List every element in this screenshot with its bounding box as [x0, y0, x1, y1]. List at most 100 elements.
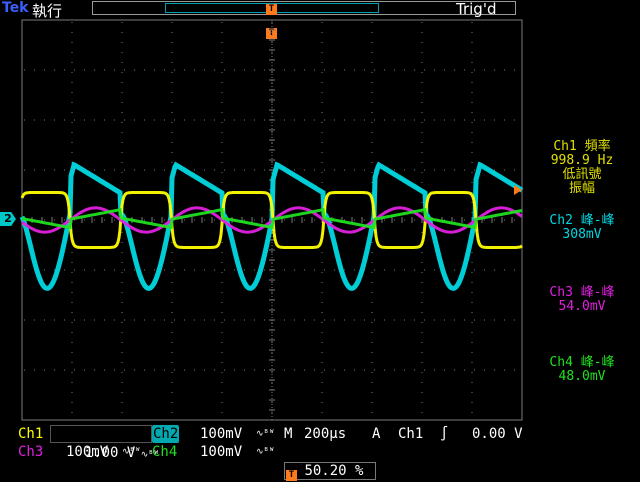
grid-dot: [271, 252, 273, 253]
grid-dot: [474, 269, 475, 271]
measurement-ch2-pk-pk[interactable]: Ch2 峰-峰 308mV: [524, 214, 640, 242]
grid-dot: [254, 119, 255, 121]
grid-dot: [321, 392, 323, 393]
measurement-ch4-pk-pk[interactable]: Ch4 峰-峰 48.0mV: [524, 356, 640, 384]
grid-dot: [321, 302, 323, 303]
grid-dot: [464, 369, 465, 371]
measurement-ch3-pk-pk[interactable]: Ch3 峰-峰 54.0mV: [524, 286, 640, 314]
grid-dot: [24, 169, 25, 171]
grid-dot: [471, 102, 473, 103]
ch2-scale[interactable]: 100mV: [200, 425, 242, 443]
grid-dot: [421, 332, 423, 333]
ch1-scale-readout[interactable]: 1.00 V ∿ᴮᵂ: [50, 425, 159, 461]
grid-dot: [234, 119, 235, 121]
grid-dot: [234, 369, 235, 371]
measurement-label: 峰-峰: [580, 213, 615, 228]
grid-dot: [171, 292, 173, 293]
grid-dot: [171, 412, 173, 413]
grid-dot: [194, 319, 195, 321]
grid-dot: [171, 62, 173, 63]
grid-dot: [221, 132, 223, 133]
grid-dot: [484, 369, 485, 371]
grid-dot: [144, 119, 145, 121]
ch3-scale[interactable]: 100mV: [66, 443, 108, 461]
grid-dot: [284, 219, 285, 221]
grid-dot: [71, 262, 73, 263]
grid-dot: [264, 319, 265, 321]
grid-dot: [214, 69, 215, 71]
grid-dot: [171, 92, 173, 93]
grid-dot: [474, 319, 475, 321]
grid-dot: [71, 322, 73, 323]
grid-dot: [174, 319, 175, 321]
grid-dot: [371, 22, 373, 23]
grid-dot: [464, 319, 465, 321]
grid-dot: [71, 332, 73, 333]
grid-dot: [354, 219, 355, 221]
grid-dot: [271, 142, 273, 143]
grid-dot: [271, 312, 273, 313]
grid-dot: [374, 119, 375, 121]
grid-dot: [221, 182, 223, 183]
grid-dot: [204, 119, 205, 121]
grid-dot: [154, 369, 155, 371]
grid-dot: [471, 202, 473, 203]
grid-dot: [371, 252, 373, 253]
grid-dot: [124, 369, 125, 371]
measurement-value: 998.9 Hz: [550, 153, 614, 168]
grid-dot: [344, 169, 345, 171]
grid-dot: [71, 382, 73, 383]
grid-dot: [484, 119, 485, 121]
grid-dot: [144, 69, 145, 71]
grid-dot: [54, 69, 55, 71]
grid-dot: [221, 122, 223, 123]
grid-dot: [121, 372, 123, 373]
grid-dot: [164, 269, 165, 271]
grid-dot: [471, 342, 473, 343]
ch4-scale[interactable]: 100mV: [200, 443, 242, 461]
grid-dot: [174, 119, 175, 121]
grid-dot: [271, 112, 273, 113]
grid-dot: [321, 182, 323, 183]
trigger-level[interactable]: 0.00 V: [472, 425, 523, 443]
grid-dot: [121, 232, 123, 233]
grid-dot: [71, 82, 73, 83]
grid-dot: [434, 319, 435, 321]
grid-dot: [324, 169, 325, 171]
grid-dot: [494, 169, 495, 171]
grid-dot: [421, 112, 423, 113]
grid-dot: [71, 302, 73, 303]
grid-dot: [474, 369, 475, 371]
grid-dot: [164, 319, 165, 321]
grid-dot: [294, 219, 295, 221]
timebase-readout[interactable]: 200µs: [304, 425, 346, 443]
grid-dot: [321, 102, 323, 103]
grid-dot: [271, 382, 273, 383]
grid-dot: [321, 362, 323, 363]
grid-dot: [304, 169, 305, 171]
grid-dot: [221, 302, 223, 303]
grid-dot: [414, 219, 415, 221]
grid-dot: [121, 122, 123, 123]
grid-dot: [421, 262, 423, 263]
grid-dot: [221, 32, 223, 33]
grid-dot: [471, 282, 473, 283]
trigger-position-readout[interactable]: T 50.20 %: [284, 462, 376, 481]
grid-dot: [324, 269, 325, 271]
grid-dot: [454, 369, 455, 371]
ch1-label[interactable]: Ch1: [18, 425, 43, 443]
grid-dot: [454, 69, 455, 71]
grid-dot: [421, 152, 423, 153]
measurement-ch1-frequency[interactable]: Ch1 頻率 998.9 Hz 低訊號 振幅: [524, 140, 640, 196]
grid-dot: [424, 369, 425, 371]
grid-dot: [321, 72, 323, 73]
grid-dot: [371, 362, 373, 363]
grid-dot: [271, 102, 273, 103]
grid-dot: [154, 169, 155, 171]
ch3-label[interactable]: Ch3: [18, 443, 43, 461]
ch4-label[interactable]: Ch4: [152, 443, 177, 461]
ch2-label[interactable]: Ch2: [152, 425, 180, 443]
grid-dot: [154, 319, 155, 321]
grid-dot: [421, 302, 423, 303]
trigger-source[interactable]: Ch1: [398, 425, 423, 443]
